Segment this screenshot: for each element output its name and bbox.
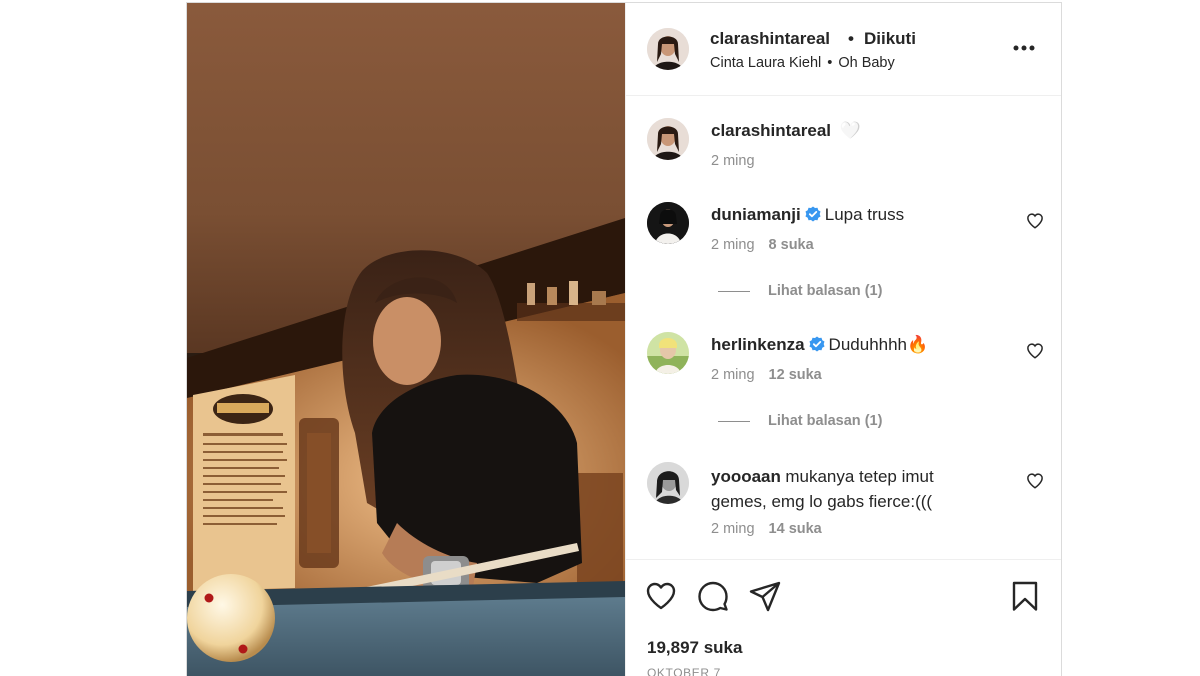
post-panel: clarashintareal • Diikuti Cinta Laura Ki… — [625, 3, 1061, 676]
artist-name[interactable]: Cinta Laura Kiehl — [710, 55, 821, 71]
separator-dot: • — [848, 29, 854, 48]
instagram-post: clarashintareal • Diikuti Cinta Laura Ki… — [186, 2, 1062, 676]
view-replies-button[interactable]: Lihat balasan (1) — [718, 283, 882, 299]
caption-line: clarashintareal 🤍 — [711, 121, 861, 141]
likes-count[interactable]: 19,897 suka — [647, 638, 742, 658]
song-name[interactable]: Oh Baby — [838, 55, 894, 71]
like-comment-heart-icon[interactable] — [1026, 212, 1044, 230]
more-horizontal-icon — [1013, 45, 1035, 51]
like-comment-heart-icon[interactable] — [1026, 342, 1044, 360]
avatar[interactable] — [647, 118, 689, 160]
comment-time[interactable]: 2 ming — [711, 237, 755, 253]
comment-line: yoooaan mukanya tetep imut gemes, emg lo… — [711, 465, 1011, 515]
comment-username[interactable]: yoooaan — [711, 467, 781, 486]
comment-username[interactable]: duniamanji — [711, 205, 801, 224]
comment-text: Lupa truss — [824, 205, 905, 224]
comment-meta: 2 ming 8 suka — [711, 237, 814, 253]
view-replies-button[interactable]: Lihat balasan (1) — [718, 413, 882, 429]
avatar[interactable] — [647, 462, 689, 504]
caption-time[interactable]: 2 ming — [711, 153, 755, 169]
comment-likes[interactable]: 12 suka — [769, 367, 822, 383]
verified-badge-icon — [809, 336, 825, 352]
avatar[interactable] — [647, 28, 689, 70]
more-options-button[interactable] — [1006, 35, 1042, 61]
comment-text: mukanya tetep imut — [785, 467, 934, 486]
post-header: clarashintareal • Diikuti Cinta Laura Ki… — [626, 3, 1061, 96]
heart-icon[interactable] — [645, 580, 677, 612]
avatar[interactable] — [647, 332, 689, 374]
like-comment-heart-icon[interactable] — [1026, 472, 1044, 490]
view-replies-label: Lihat balasan (1) — [768, 283, 883, 299]
view-replies-label: Lihat balasan (1) — [768, 413, 883, 429]
replies-line — [718, 290, 750, 292]
post-photo-image — [187, 3, 625, 676]
comment-meta: 2 ming 12 suka — [711, 367, 822, 383]
replies-line — [718, 420, 750, 422]
follow-status-button[interactable]: Diikuti — [864, 29, 916, 49]
comment-line: herlinkenza Duduhhhh🔥 — [711, 335, 928, 355]
share-icon[interactable] — [749, 580, 781, 612]
comment-line: duniamanji Lupa truss — [711, 205, 904, 225]
comments-list: clarashintareal 🤍 2 ming duniamanjiLupa — [626, 96, 1061, 558]
comment-text: Duduhhhh🔥 — [828, 335, 929, 354]
comment-icon[interactable] — [697, 580, 729, 612]
caption-username[interactable]: clarashintareal — [711, 121, 831, 140]
comment-username[interactable]: herlinkenza — [711, 335, 805, 354]
post-photo[interactable] — [187, 3, 625, 676]
comment-likes[interactable]: 14 suka — [769, 521, 822, 537]
comment-meta: 2 ming 14 suka — [711, 521, 822, 537]
audio-info[interactable]: Cinta Laura Kiehl • Oh Baby — [710, 55, 895, 71]
post-actions: 19,897 suka OKTOBER 7 — [626, 559, 1061, 676]
comment-time[interactable]: 2 ming — [711, 367, 755, 383]
comment-text-line2: gemes, emg lo gabs fierce:((( — [711, 492, 933, 511]
avatar[interactable] — [647, 202, 689, 244]
verified-badge-icon — [805, 206, 821, 222]
username-link[interactable]: clarashintareal — [710, 29, 830, 49]
bookmark-icon[interactable] — [1009, 580, 1041, 612]
comment-time[interactable]: 2 ming — [711, 521, 755, 537]
caption-text: 🤍 — [839, 121, 861, 140]
comment-likes[interactable]: 8 suka — [769, 237, 814, 253]
audio-separator: • — [827, 55, 833, 71]
